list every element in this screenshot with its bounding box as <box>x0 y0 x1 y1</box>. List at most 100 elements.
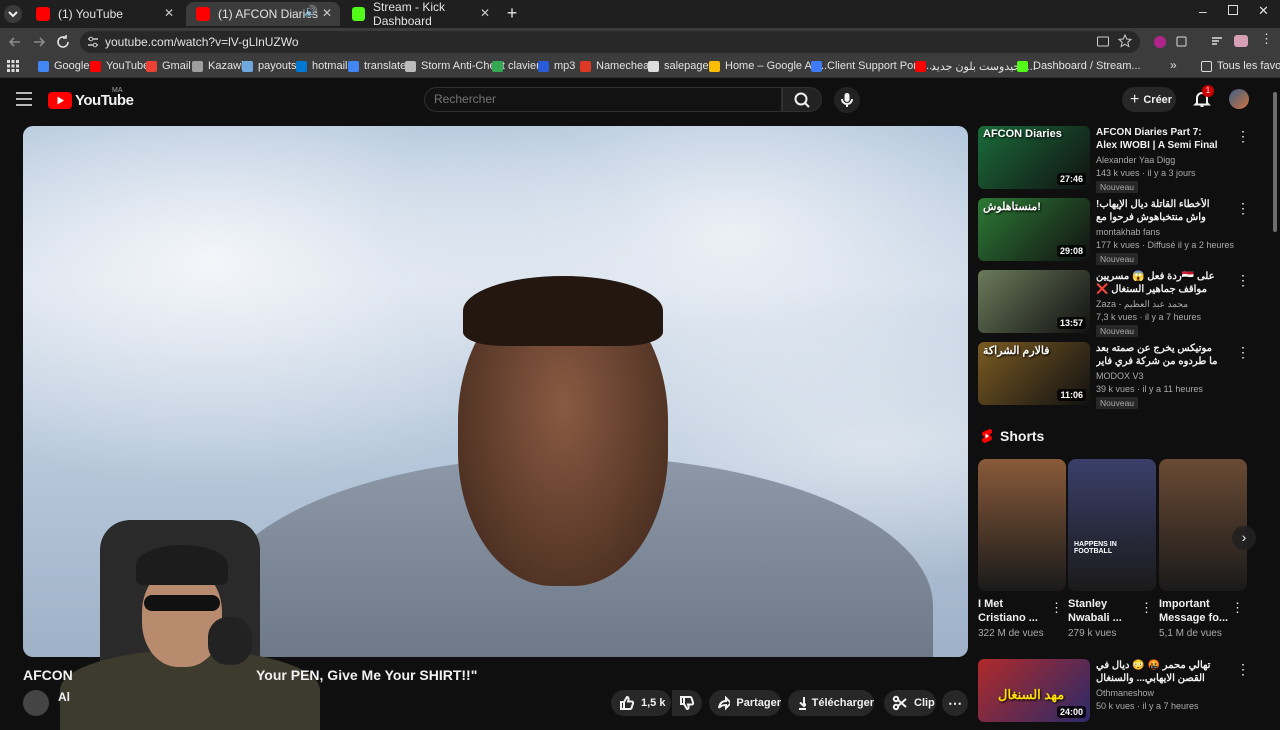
browser-menu-icon[interactable]: ⋮ <box>1260 32 1273 46</box>
maximize-icon[interactable] <box>1228 5 1238 15</box>
account-avatar[interactable] <box>1229 89 1249 109</box>
more-actions-button[interactable]: ⋯ <box>942 690 968 716</box>
all-bookmarks-folder[interactable]: Tous les favoris <box>1201 60 1280 72</box>
bookmark-item[interactable]: Kazawi <box>192 60 243 72</box>
search-button[interactable] <box>782 87 822 112</box>
video-title[interactable]: تهالي محمر 🤬 😳 ديال في القصن الايهابي...… <box>1096 659 1220 685</box>
close-tab-icon[interactable]: ✕ <box>322 6 332 20</box>
reload-icon[interactable] <box>54 33 72 51</box>
new-badge: Nouveau <box>1096 325 1139 337</box>
more-vert-icon[interactable]: ⋮ <box>1050 600 1063 616</box>
related-video-bottom[interactable]: مهد السنغال 24:00 تهالي محمر 🤬 😳 ديال في ا… <box>978 659 1258 723</box>
download-button[interactable]: Télécharger <box>788 690 874 716</box>
address-bar[interactable]: youtube.com/watch?v=lV-gLlnUZWo <box>80 31 1140 53</box>
clip-button[interactable]: Clip <box>884 690 936 716</box>
close-window-icon[interactable]: ✕ <box>1258 3 1269 19</box>
minimize-icon[interactable]: – <box>1199 3 1207 19</box>
more-vert-icon[interactable]: ⋮ <box>1236 200 1250 216</box>
bookmark-item[interactable]: hotmail <box>296 60 347 72</box>
bookmark-item[interactable]: Gmail <box>146 60 191 72</box>
video-title[interactable]: AFCON Diaries Part 7: Alex IWOBI | A Sem… <box>1096 126 1220 152</box>
new-tab-button[interactable]: + <box>503 4 521 22</box>
more-vert-icon[interactable]: ⋮ <box>1236 344 1250 360</box>
tab-search-button[interactable] <box>4 5 22 23</box>
dislike-button[interactable] <box>672 690 702 716</box>
bookmark-item[interactable]: salepage1 <box>648 60 715 72</box>
channel-name[interactable]: Zaza - محمد عبد العظيم <box>1096 299 1188 310</box>
hamburger-menu-icon[interactable] <box>16 92 32 106</box>
tab-youtube[interactable]: (1) YouTube ✕ <box>26 2 182 26</box>
channel-name[interactable]: MODOX V3 <box>1096 371 1144 381</box>
video-thumbnail[interactable]: فالارم الشراكة 11:06 <box>978 342 1090 405</box>
short-title[interactable]: Stanley Nwabali ... <box>1068 597 1138 625</box>
shorts-next-button[interactable]: › <box>1232 526 1256 550</box>
video-thumbnail[interactable]: مهد السنغال 24:00 <box>978 659 1090 722</box>
back-arrow-icon[interactable] <box>6 33 24 51</box>
video-thumbnail[interactable]: منستاهلوش! 29:08 <box>978 198 1090 261</box>
close-tab-icon[interactable]: ✕ <box>480 6 490 20</box>
media-control-icon[interactable] <box>1210 34 1224 48</box>
more-vert-icon[interactable]: ⋮ <box>1231 600 1244 616</box>
share-button[interactable]: Partager <box>709 690 781 716</box>
tab-afcon-video[interactable]: (1) AFCON Diaries Part 8: "( 🔊 ✕ <box>186 2 340 26</box>
bookmark-item[interactable]: Storm Anti-Cheat <box>405 60 505 72</box>
puzzle-extensions-icon[interactable] <box>1175 34 1189 48</box>
channel-name[interactable]: montakhab fans <box>1096 227 1160 237</box>
more-vert-icon[interactable]: ⋮ <box>1236 128 1250 144</box>
video-frame-person-hair <box>463 276 663 346</box>
voice-search-button[interactable] <box>834 87 860 113</box>
channel-avatar[interactable] <box>23 690 49 716</box>
channel-name[interactable]: Al <box>58 690 70 704</box>
star-bookmark-icon[interactable] <box>1118 34 1132 48</box>
youtube-header: YouTube MA + Créer 1 <box>0 78 1280 122</box>
short-title[interactable]: I Met Cristiano ... <box>978 597 1048 625</box>
youtube-logo[interactable]: YouTube MA <box>48 87 134 110</box>
like-button[interactable]: 1,5 k <box>611 690 671 716</box>
video-thumbnail[interactable]: AFCON Diaries 27:46 <box>978 126 1090 189</box>
bookmarks-overflow-icon[interactable]: » <box>1170 58 1177 72</box>
bookmark-item[interactable]: Dashboard / Stream... <box>1017 60 1141 72</box>
short-title[interactable]: Important Message fo... <box>1159 597 1229 625</box>
notifications-button[interactable]: 1 <box>1192 85 1214 109</box>
bookmark-item[interactable]: Google <box>38 60 89 72</box>
bookmark-item[interactable]: payouts <box>242 60 297 72</box>
speaker-icon[interactable]: 🔊 <box>304 5 318 18</box>
profile-avatar-icon[interactable] <box>1234 35 1248 47</box>
bookmark-item[interactable]: Namecheap <box>580 60 655 72</box>
close-tab-icon[interactable]: ✕ <box>164 6 174 20</box>
bookmark-item[interactable]: mp3 <box>538 60 575 72</box>
tab-kick-dashboard[interactable]: Stream - Kick Dashboard ✕ <box>342 0 498 28</box>
short-thumbnail[interactable] <box>1159 459 1247 591</box>
bookmark-label: Gmail <box>162 60 191 72</box>
video-title[interactable]: الأخطاء القاتلة ديال الإيهاب! واش منتخبا… <box>1096 198 1220 224</box>
short-thumbnail[interactable]: HAPPENS IN FOOTBALL <box>1068 459 1156 591</box>
video-title[interactable]: موتيكس يخرج عن صمته بعد ما طردوه من شركة… <box>1096 342 1220 368</box>
related-video-item[interactable]: 13:57 ردة فعل 😱 مسريين🇪🇬 على مواقف جماهير… <box>978 270 1258 337</box>
video-title[interactable]: ردة فعل 😱 مسريين🇪🇬 على مواقف جماهير السن… <box>1096 270 1220 296</box>
bookmark-item[interactable]: Home – Google Ad... <box>709 60 827 72</box>
channel-name[interactable]: Alexander Yaa Digg <box>1096 155 1175 165</box>
short-thumbnail[interactable] <box>978 459 1066 591</box>
bookmark-item[interactable]: clavier <box>492 60 540 72</box>
apps-grid-icon[interactable] <box>7 60 19 72</box>
webcam-cap <box>136 545 228 585</box>
bookmark-item[interactable]: translate <box>348 60 406 72</box>
create-button[interactable]: + Créer <box>1122 87 1176 112</box>
install-app-icon[interactable] <box>1096 35 1110 49</box>
search-box[interactable] <box>424 87 782 112</box>
scissors-icon <box>892 695 907 711</box>
page-scrollbar[interactable] <box>1273 92 1277 232</box>
site-info-icon[interactable] <box>86 35 100 49</box>
related-video-item[interactable]: فالارم الشراكة 11:06 موتيكس يخرج عن صمته ب… <box>978 342 1258 409</box>
search-input[interactable] <box>434 92 764 106</box>
more-vert-icon[interactable]: ⋮ <box>1140 600 1153 616</box>
more-vert-icon[interactable]: ⋮ <box>1236 661 1250 677</box>
bookmark-item[interactable]: YouTube <box>90 60 149 72</box>
related-video-item[interactable]: AFCON Diaries 27:46 AFCON Diaries Part 7: … <box>978 126 1258 193</box>
more-vert-icon[interactable]: ⋮ <box>1236 272 1250 288</box>
extension-icon[interactable] <box>1154 36 1166 48</box>
related-video-item[interactable]: منستاهلوش! 29:08 الأخطاء القاتلة ديال الإي… <box>978 198 1258 265</box>
channel-name[interactable]: Othmaneshow <box>1096 688 1154 698</box>
forward-arrow-icon[interactable] <box>30 33 48 51</box>
video-thumbnail[interactable]: 13:57 <box>978 270 1090 333</box>
